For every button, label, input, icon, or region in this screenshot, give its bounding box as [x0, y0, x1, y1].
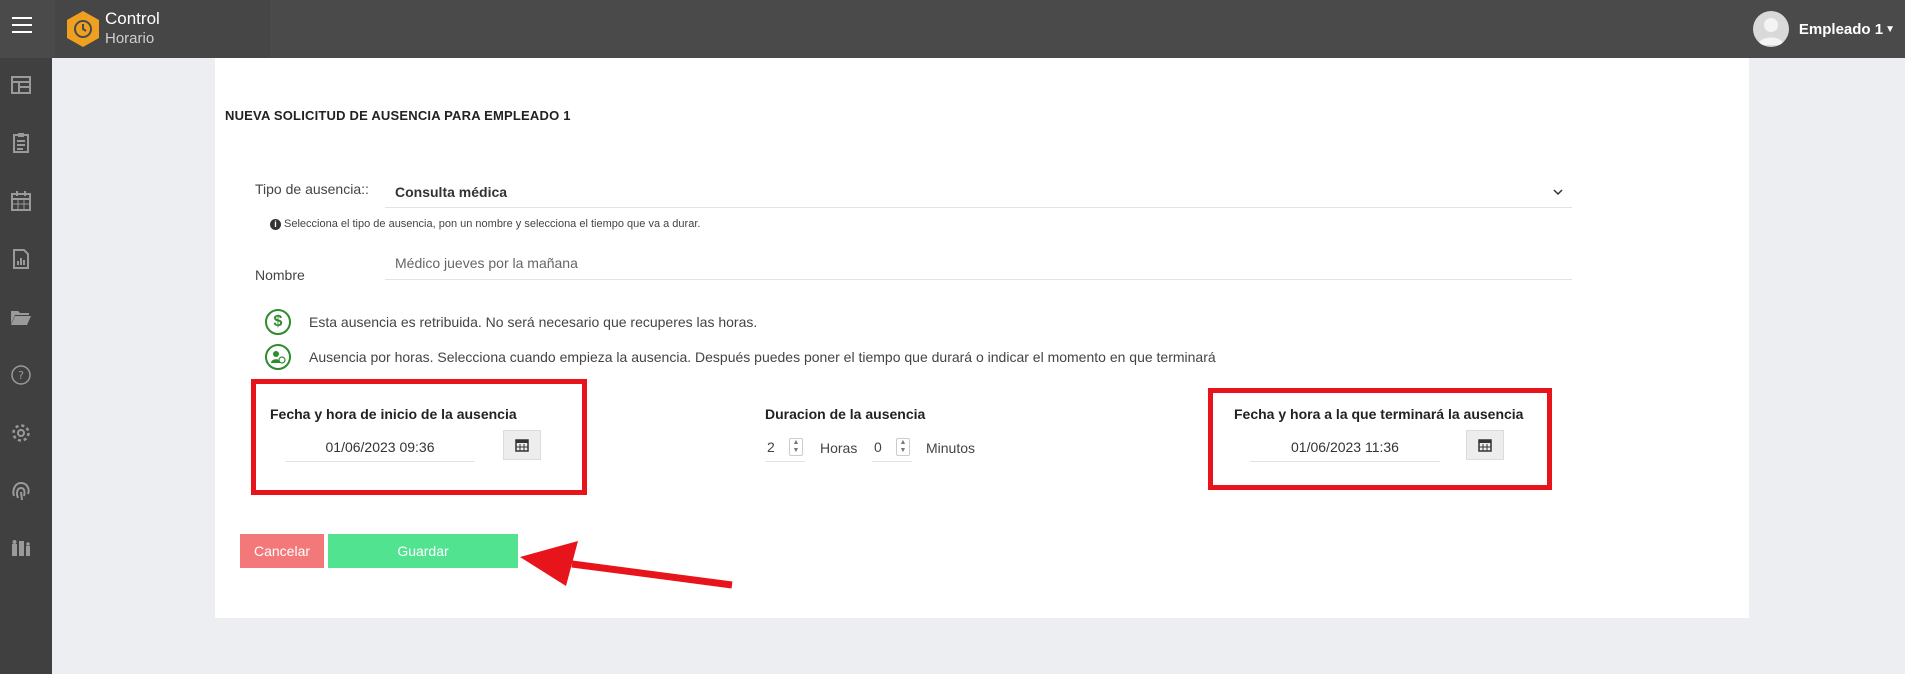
hours-input[interactable]: 2 ▲ ▼ — [765, 432, 805, 462]
chevron-down-icon — [1553, 189, 1563, 196]
user-menu[interactable]: Empleado 1 ▼ — [1752, 11, 1895, 47]
user-clock-icon — [265, 344, 291, 370]
save-button[interactable]: Guardar — [328, 534, 518, 568]
fingerprint-icon[interactable] — [10, 480, 34, 504]
logo-subtitle: Horario — [105, 30, 155, 47]
minutes-input[interactable]: 0 ▲ ▼ — [872, 432, 912, 462]
logo-title: Control — [105, 9, 160, 28]
hours-spinner[interactable]: ▲ ▼ — [789, 438, 803, 456]
svg-text:?: ? — [18, 369, 24, 382]
duration-label: Duracion de la ausencia — [765, 406, 926, 422]
start-date-highlight — [251, 379, 587, 495]
minutes-value: 0 — [874, 439, 882, 455]
page-title: NUEVA SOLICITUD DE AUSENCIA PARA EMPLEAD… — [225, 108, 571, 123]
paid-info-text: Esta ausencia es retribuida. No será nec… — [309, 314, 758, 330]
team-icon[interactable] — [10, 538, 34, 562]
help-icon[interactable]: ? — [10, 364, 34, 388]
end-date-highlight — [1208, 388, 1552, 490]
hours-unit: Horas — [820, 440, 858, 456]
hint-label: Selecciona el tipo de ausencia, pon un n… — [284, 218, 701, 230]
absence-type-value: Consulta médica — [395, 184, 508, 200]
caret-down-icon: ▼ — [1885, 23, 1895, 35]
dashboard-icon[interactable] — [10, 74, 34, 98]
report-icon[interactable] — [10, 248, 34, 272]
hint-text: i Selecciona el tipo de ausencia, pon un… — [270, 218, 700, 230]
name-field — [385, 248, 1572, 280]
gear-icon[interactable] — [10, 422, 34, 446]
hours-info-row: Ausencia por horas. Selecciona cuando em… — [265, 344, 1216, 370]
absence-type-select[interactable]: Consulta médica — [385, 178, 1572, 208]
absence-type-label: Tipo de ausencia:: — [255, 181, 369, 197]
top-bar: Control Horario Empleado 1 ▼ — [0, 0, 1905, 58]
info-icon: i — [270, 218, 281, 230]
hours-value: 2 — [767, 439, 775, 455]
sidebar: ? — [0, 58, 52, 674]
minutes-unit: Minutos — [926, 440, 976, 456]
paid-info-row: $ Esta ausencia es retribuida. No será n… — [265, 309, 757, 335]
clock-logo-icon — [67, 11, 99, 47]
request-form-card: NUEVA SOLICITUD DE AUSENCIA PARA EMPLEAD… — [215, 58, 1749, 618]
name-input[interactable] — [395, 248, 1295, 278]
minutes-spinner[interactable]: ▲ ▼ — [896, 438, 910, 456]
dollar-icon: $ — [265, 309, 291, 335]
hours-info-text: Ausencia por horas. Selecciona cuando em… — [309, 349, 1216, 365]
clipboard-icon[interactable] — [10, 132, 34, 156]
folder-open-icon[interactable] — [10, 306, 34, 330]
name-label: Nombre — [255, 267, 305, 283]
avatar — [1752, 11, 1789, 47]
calendar-icon[interactable] — [10, 190, 34, 214]
logo[interactable]: Control Horario — [55, 0, 270, 58]
user-name: Empleado 1 — [1798, 20, 1884, 38]
cancel-button[interactable]: Cancelar — [240, 534, 324, 568]
menu-icon[interactable] — [12, 17, 32, 33]
